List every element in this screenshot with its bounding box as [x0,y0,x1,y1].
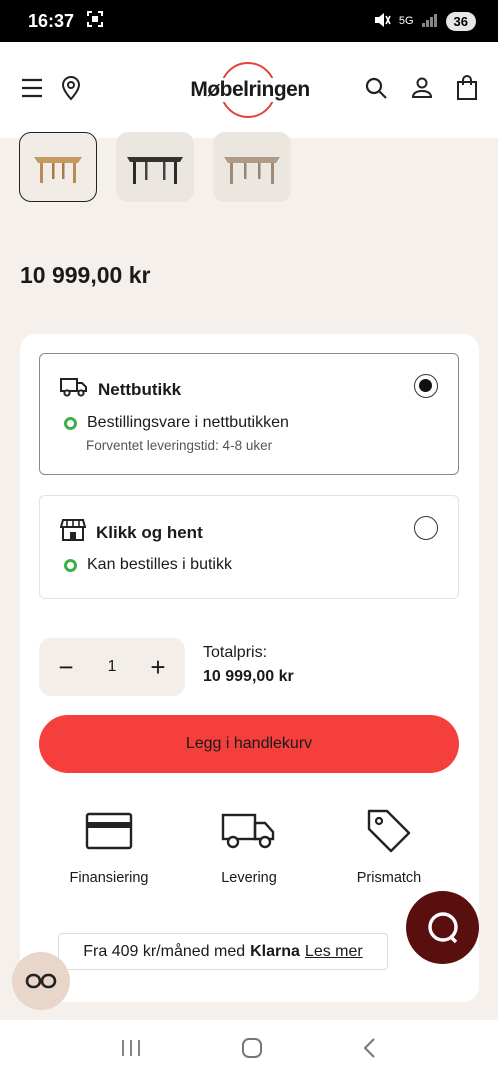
network-label: 5G [398,15,414,27]
menu-icon[interactable] [20,77,44,104]
feature-label: Finansiering [69,870,149,886]
site-logo[interactable]: Møbelringen [189,60,311,120]
option-status: Kan bestilles i butikk [87,556,232,573]
accessibility-button[interactable] [12,952,70,1010]
signal-icon [421,13,438,30]
option-status: Bestillingsvare i nettbutikken [87,414,289,431]
quantity-plus-button[interactable]: + [145,654,171,680]
store-icon [59,518,87,547]
feature-finansiering[interactable]: Finansiering [49,804,169,886]
total-price-value: 10 999,00 kr [203,668,294,685]
battery-indicator: 36 [445,11,476,31]
quantity-minus-button[interactable]: − [53,654,79,680]
product-thumbnails [0,132,498,208]
logo-text: Møbelringen [189,78,311,102]
chat-bubble-icon [427,911,458,943]
delivery-option-nettbutikk[interactable]: Nettbutikk Bestillingsvare i nettbutikke… [39,353,459,475]
status-bar: 16:37 5G 36 [0,0,498,42]
credit-card-icon [49,804,169,858]
klarna-brand: Klarna [250,942,300,960]
delivery-option-klikk-og-hent[interactable]: Klikk og hent Kan bestilles i butikk [39,495,459,599]
feature-label: Prismatch [356,870,422,886]
delivery-time-note: Forventet leveringstid: 4-8 uker [86,438,273,453]
quantity-value[interactable]: 1 [108,658,117,676]
radio-unselected[interactable] [414,516,438,540]
delivery-truck-icon [189,804,309,858]
glasses-icon [25,973,57,989]
purchase-card: Nettbutikk Bestillingsvare i nettbutikke… [20,334,479,1002]
klarna-banner[interactable]: Fra 409 kr/måned med Klarna Les mer [58,933,388,970]
screenshot-icon [86,10,104,33]
add-to-cart-button[interactable]: Legg i handlekurv [39,715,459,773]
status-dot-green [64,416,77,430]
feature-prismatch[interactable]: Prismatch [329,804,449,886]
price-tag-icon [329,804,449,858]
site-header: Møbelringen [0,42,498,138]
option-title: Klikk og hent [96,522,203,542]
total-price-label: Totalpris: [203,644,268,661]
quantity-stepper: − 1 + [39,638,185,696]
truck-icon [60,376,88,403]
feature-label: Levering [221,870,277,886]
back-icon[interactable] [362,1037,378,1064]
klarna-text: Fra 409 kr/måned med [83,942,246,960]
radio-selected[interactable] [414,374,438,398]
feature-levering[interactable]: Levering [189,804,309,886]
system-nav-bar [0,1020,498,1080]
thumbnail-light-table[interactable] [213,132,291,202]
table-image-icon [127,157,183,184]
table-image-icon [224,157,280,184]
thumbnail-dark-table[interactable] [116,132,194,202]
mute-icon [373,12,391,31]
table-image-icon [34,157,82,183]
chat-button[interactable] [406,891,479,964]
klarna-read-more-link[interactable]: Les mer [305,943,363,961]
shopping-bag-icon[interactable] [456,74,478,106]
user-icon[interactable] [410,76,434,105]
thumbnail-oak-table[interactable] [19,132,97,202]
recent-apps-icon[interactable] [120,1038,142,1063]
home-icon[interactable] [241,1037,263,1064]
option-title: Nettbutikk [98,379,182,399]
status-time: 16:37 [28,10,75,31]
search-icon[interactable] [364,76,388,105]
product-price: 10 999,00 kr [20,262,151,288]
location-pin-icon[interactable] [60,75,82,106]
status-dot-green [64,558,77,572]
